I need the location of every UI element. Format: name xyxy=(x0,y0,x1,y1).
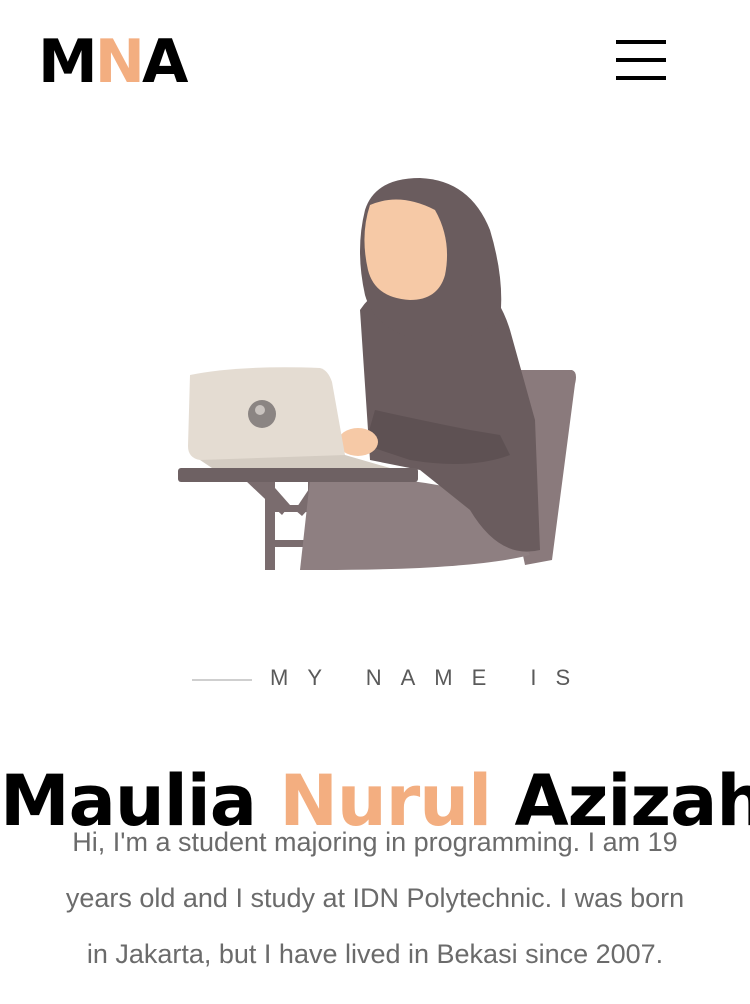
intro-divider xyxy=(192,679,252,681)
hamburger-menu-icon[interactable] xyxy=(614,38,668,82)
face xyxy=(364,199,448,300)
logo-letter-n: N xyxy=(94,27,145,97)
bio-line-1: Hi, I'm a student majoring in programmin… xyxy=(72,827,678,857)
logo-letter-a: A xyxy=(141,27,188,97)
intro-label-row: MY NAME IS xyxy=(0,660,750,700)
intro-label: MY NAME IS xyxy=(270,665,590,690)
menu-bar-middle xyxy=(616,58,666,62)
table-top xyxy=(178,468,418,482)
hero-illustration xyxy=(170,170,590,570)
bio-line-2: years old and I study at IDN Polytechnic… xyxy=(65,883,685,913)
bio-line-3: in Jakarta, but I have lived in Bekasi s… xyxy=(86,939,664,969)
logo-letter-m: M xyxy=(38,27,98,97)
logo[interactable]: MNA xyxy=(38,26,188,98)
site-header: MNA xyxy=(0,0,750,120)
menu-bar-top xyxy=(616,40,666,44)
menu-bar-bottom xyxy=(616,76,666,80)
bio-paragraph: Hi, I'm a student majoring in programmin… xyxy=(40,814,710,982)
